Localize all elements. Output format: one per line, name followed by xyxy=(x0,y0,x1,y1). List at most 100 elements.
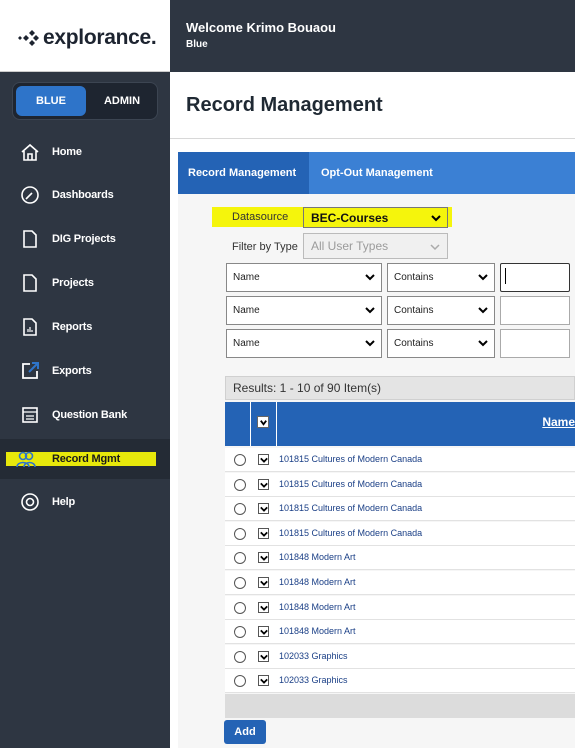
filter-operator-select[interactable]: Contains xyxy=(387,296,495,325)
row-radio[interactable] xyxy=(234,527,246,540)
table-row[interactable]: 101815 Cultures of Modern Canada xyxy=(225,472,575,497)
sidebar-item-dig-projects[interactable]: DIG Projects xyxy=(0,219,170,259)
chevron-down-icon xyxy=(430,244,440,251)
blue-admin-toggle[interactable]: BLUE ADMIN xyxy=(12,82,158,120)
row-radio[interactable] xyxy=(234,552,246,565)
tab-record-management[interactable]: Record Management xyxy=(178,152,309,194)
chevron-down-icon xyxy=(260,506,268,513)
row-action-dropdown[interactable] xyxy=(258,552,269,564)
sidebar-item-dashboards[interactable]: Dashboards xyxy=(0,175,170,215)
row-action-dropdown[interactable] xyxy=(258,601,269,613)
sidebar-item-label: Question Bank xyxy=(52,409,128,421)
table-row[interactable]: 101815 Cultures of Modern Canada xyxy=(225,521,575,546)
sidebar-item-label: Record Mgmt xyxy=(52,453,121,465)
row-action-dropdown[interactable] xyxy=(258,478,269,490)
chevron-down-icon xyxy=(478,307,488,314)
table-row[interactable]: 101848 Modern Art xyxy=(225,571,575,595)
sidebar-item-label: Projects xyxy=(52,277,94,289)
welcome-subtitle: Blue xyxy=(186,39,208,50)
row-radio[interactable] xyxy=(234,626,246,639)
row-radio[interactable] xyxy=(234,478,246,491)
row-name[interactable]: 101848 Modern Art xyxy=(279,626,356,636)
results-summary-text: Results: 1 - 10 of 90 Item(s) xyxy=(233,381,382,395)
tab-bar: Record Management Opt-Out Management xyxy=(178,152,575,194)
chevron-down-icon xyxy=(260,629,268,636)
table-row[interactable]: 102033 Graphics xyxy=(225,644,575,669)
select-all-dropdown[interactable] xyxy=(257,416,269,428)
filter-field-value: Name xyxy=(233,305,260,316)
row-action-dropdown[interactable] xyxy=(258,577,269,588)
sidebar-item-help[interactable]: Help xyxy=(0,482,170,522)
explorance-logo[interactable]: explorance. xyxy=(18,26,157,50)
table-row[interactable]: 101848 Modern Art xyxy=(225,620,575,645)
toggle-admin-button[interactable]: ADMIN xyxy=(89,86,155,116)
logo-area: explorance. xyxy=(0,0,170,72)
filter-field-select[interactable]: Name xyxy=(226,329,382,358)
sidebar-item-home[interactable]: Home xyxy=(0,132,170,172)
database-icon xyxy=(22,407,38,423)
row-radio[interactable] xyxy=(234,675,246,688)
row-radio[interactable] xyxy=(234,577,246,589)
home-icon xyxy=(21,143,39,161)
row-radio[interactable] xyxy=(234,454,246,466)
users-icon xyxy=(16,451,36,468)
row-name[interactable]: 101848 Modern Art xyxy=(279,577,356,587)
sidebar-item-projects[interactable]: Projects xyxy=(0,263,170,303)
filter-value-input[interactable] xyxy=(500,296,570,325)
chevron-down-icon xyxy=(478,340,488,347)
sidebar-item-record-mgmt[interactable]: Record Mgmt xyxy=(0,439,170,479)
row-name[interactable]: 101848 Modern Art xyxy=(279,602,356,612)
datasource-select[interactable]: BEC-Courses xyxy=(303,207,448,228)
row-radio[interactable] xyxy=(234,650,246,663)
sidebar-item-exports[interactable]: Exports xyxy=(0,351,170,391)
filter-type-select[interactable]: All User Types xyxy=(303,233,448,259)
row-name[interactable]: 101815 Cultures of Modern Canada xyxy=(279,528,422,538)
chevron-down-icon xyxy=(478,274,488,281)
filter-type-label: Filter by Type xyxy=(232,241,298,253)
chevron-down-icon xyxy=(260,420,267,426)
toggle-blue-button[interactable]: BLUE xyxy=(16,86,86,116)
filter-operator-select[interactable]: Contains xyxy=(387,329,495,358)
row-action-dropdown[interactable] xyxy=(258,650,269,662)
row-name[interactable]: 102033 Graphics xyxy=(279,675,348,685)
row-radio[interactable] xyxy=(234,503,246,516)
filter-field-select[interactable]: Name xyxy=(226,263,382,292)
table-row[interactable]: 101815 Cultures of Modern Canada xyxy=(225,448,575,472)
tab-opt-out-management[interactable]: Opt-Out Management xyxy=(311,152,443,194)
row-action-dropdown[interactable] xyxy=(258,503,269,515)
sidebar-item-label: Home xyxy=(52,146,82,158)
row-name[interactable]: 102033 Graphics xyxy=(279,651,348,661)
column-header-name[interactable]: Name xyxy=(542,415,575,429)
row-radio[interactable] xyxy=(234,601,246,614)
chevron-down-icon xyxy=(260,605,268,611)
chevron-down-icon xyxy=(365,274,375,281)
row-name[interactable]: 101815 Cultures of Modern Canada xyxy=(279,479,422,489)
add-button[interactable]: Add xyxy=(224,720,266,744)
chevron-down-icon xyxy=(260,531,268,537)
row-name[interactable]: 101815 Cultures of Modern Canada xyxy=(279,454,422,464)
filter-type-value: All User Types xyxy=(311,239,389,253)
table-row[interactable]: 101848 Modern Art xyxy=(225,595,575,620)
table-row[interactable]: 102033 Graphics xyxy=(225,669,575,694)
row-action-dropdown[interactable] xyxy=(258,675,269,687)
filter-operator-select[interactable]: Contains xyxy=(387,263,495,292)
table-row[interactable]: 101815 Cultures of Modern Canada xyxy=(225,497,575,522)
row-action-dropdown[interactable] xyxy=(258,454,269,465)
table-row[interactable]: 101848 Modern Art xyxy=(225,546,575,571)
page-title: Record Management xyxy=(186,94,383,116)
sidebar-item-question-bank[interactable]: Question Bank xyxy=(0,395,170,435)
sidebar-item-label: DIG Projects xyxy=(52,233,116,245)
text-caret xyxy=(505,268,506,284)
filter-field-select[interactable]: Name xyxy=(226,296,382,325)
row-name[interactable]: 101815 Cultures of Modern Canada xyxy=(279,503,422,513)
filter-operator-value: Contains xyxy=(394,338,434,349)
chevron-down-icon xyxy=(365,340,375,347)
filter-value-input[interactable] xyxy=(500,329,570,358)
filter-value-input[interactable] xyxy=(500,263,570,292)
row-action-dropdown[interactable] xyxy=(258,527,269,539)
row-name[interactable]: 101848 Modern Art xyxy=(279,552,356,562)
sidebar-item-label: Dashboards xyxy=(52,189,114,201)
datasource-value: BEC-Courses xyxy=(311,210,389,225)
row-action-dropdown[interactable] xyxy=(258,626,269,638)
sidebar-item-reports[interactable]: Reports xyxy=(0,307,170,347)
